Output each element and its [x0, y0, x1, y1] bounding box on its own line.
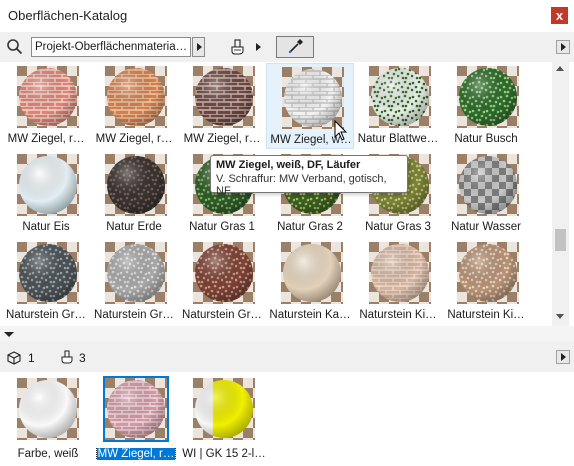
material-preview-icon — [103, 376, 169, 442]
material-preview-icon — [193, 378, 255, 440]
scroll-down-icon[interactable] — [556, 314, 564, 319]
material-preview-icon — [457, 242, 519, 304]
project-surfaces-list: Farbe, weiß MW Ziegel, r… WI | GK 15 2-l… — [0, 372, 574, 466]
surface-label: MW Ziegel, r… — [95, 133, 173, 145]
surface-tile[interactable]: Natur Wasser — [442, 151, 530, 237]
surface-tile[interactable]: Natur Eis — [2, 151, 90, 237]
surface-tile[interactable]: MW Ziegel, r… — [178, 63, 266, 149]
title-bar: Oberflächen-Katalog x — [0, 0, 574, 32]
surface-label: Naturstein Gr… — [94, 309, 174, 321]
surface-label: Natur Busch — [454, 133, 518, 145]
material-preview-icon — [193, 66, 255, 128]
mouse-cursor-icon — [334, 120, 348, 141]
surface-label: Natur Gras 2 — [277, 221, 343, 233]
library-select-arrow[interactable] — [192, 37, 205, 57]
surface-label: Naturstein Ka… — [269, 309, 351, 321]
scroll-up-icon[interactable] — [556, 66, 564, 71]
chevron-right-icon — [561, 43, 566, 51]
tooltip-subtitle: V. Schraffur: MW Verband, gotisch, NF — [216, 173, 387, 197]
surface-tile[interactable]: MW Ziegel, r… — [2, 63, 90, 149]
material-preview-icon — [369, 66, 431, 128]
project-surface-tile[interactable]: Farbe, weiß — [5, 376, 91, 464]
scrollbar-thumb[interactable] — [555, 229, 566, 251]
surface-count: 1 — [28, 351, 35, 365]
surface-tile[interactable]: Natur Erde — [90, 151, 178, 237]
surface-label: Naturstein Gr… — [6, 309, 86, 321]
chevron-right-icon — [197, 43, 202, 51]
material-preview-icon — [105, 66, 167, 128]
search-icon[interactable] — [6, 38, 24, 56]
surface-label: Naturstein Ki… — [359, 309, 437, 321]
project-surface-label: Farbe, weiß — [17, 448, 79, 460]
material-preview-icon — [193, 242, 255, 304]
surface-label: MW Ziegel, r… — [7, 133, 85, 145]
eyedropper-icon — [288, 39, 303, 54]
brush-menu-arrow-icon[interactable] — [256, 43, 261, 51]
material-preview-icon — [457, 154, 519, 216]
surface-label: Natur Wasser — [451, 221, 521, 233]
surface-tile[interactable]: Naturstein Ka… — [266, 239, 354, 325]
project-surface-tile[interactable]: WI | GK 15 2-l… — [181, 376, 267, 464]
paint-brush-icon — [231, 39, 244, 55]
surface-label: Natur Gras 3 — [365, 221, 431, 233]
material-preview-icon — [105, 242, 167, 304]
surface-tile[interactable]: Naturstein Gr… — [2, 239, 90, 325]
paint-brush-icon — [61, 350, 73, 364]
material-preview-icon — [17, 66, 79, 128]
catalog-toolbar: Projekt-Oberflächenmateria… — [0, 32, 574, 62]
surface-label: Naturstein Gr… — [182, 309, 262, 321]
surface-label: Naturstein Ki… — [447, 309, 525, 321]
surface-label: Natur Erde — [106, 221, 162, 233]
material-tooltip: MW Ziegel, weiß, DF, Läufer V. Schraffur… — [210, 155, 408, 197]
surface-cube-icon — [7, 351, 21, 365]
eyedropper-button[interactable] — [276, 36, 314, 58]
surface-label: Natur Gras 1 — [189, 221, 255, 233]
surface-tile[interactable]: Naturstein Ki… — [442, 239, 530, 325]
window-title: Oberflächen-Katalog — [8, 8, 128, 23]
tooltip-title: MW Ziegel, weiß, DF, Läufer — [216, 159, 361, 171]
surface-label: Natur Blattwe… — [357, 133, 439, 145]
close-button[interactable]: x — [551, 7, 568, 24]
surface-label: Natur Eis — [22, 221, 70, 233]
surface-tile[interactable]: Natur Blattwe… — [354, 63, 442, 149]
material-preview-icon — [457, 66, 519, 128]
material-preview-icon — [17, 378, 79, 440]
material-preview-icon — [281, 242, 343, 304]
collapse-arrow-icon[interactable] — [4, 332, 14, 337]
surface-tile[interactable]: Naturstein Gr… — [178, 239, 266, 325]
project-surface-label: WI | GK 15 2-l… — [182, 448, 266, 460]
project-surface-tile[interactable]: MW Ziegel, r… — [93, 376, 179, 464]
material-preview-icon — [369, 242, 431, 304]
toolbar-scroll-button[interactable] — [556, 40, 570, 54]
brush-count: 3 — [79, 351, 86, 365]
chevron-right-icon — [561, 353, 566, 361]
material-preview-icon — [17, 242, 79, 304]
panel-divider[interactable] — [0, 326, 574, 342]
surface-tile[interactable]: Naturstein Gr… — [90, 239, 178, 325]
material-preview-icon — [105, 154, 167, 216]
surface-tile[interactable]: Naturstein Ki… — [354, 239, 442, 325]
surface-label: MW Ziegel, r… — [183, 133, 261, 145]
lower-toolbar-scroll-button[interactable] — [556, 350, 570, 364]
brush-button[interactable] — [229, 37, 251, 57]
vertical-scrollbar[interactable] — [552, 62, 569, 326]
project-surface-label: MW Ziegel, r… — [95, 448, 177, 460]
surface-tile[interactable]: Natur Busch — [442, 63, 530, 149]
surface-tile[interactable]: MW Ziegel, r… — [90, 63, 178, 149]
project-surfaces-toolbar: 1 3 — [0, 342, 574, 372]
library-select[interactable]: Projekt-Oberflächenmateria… — [31, 37, 191, 57]
material-preview-icon — [17, 154, 79, 216]
